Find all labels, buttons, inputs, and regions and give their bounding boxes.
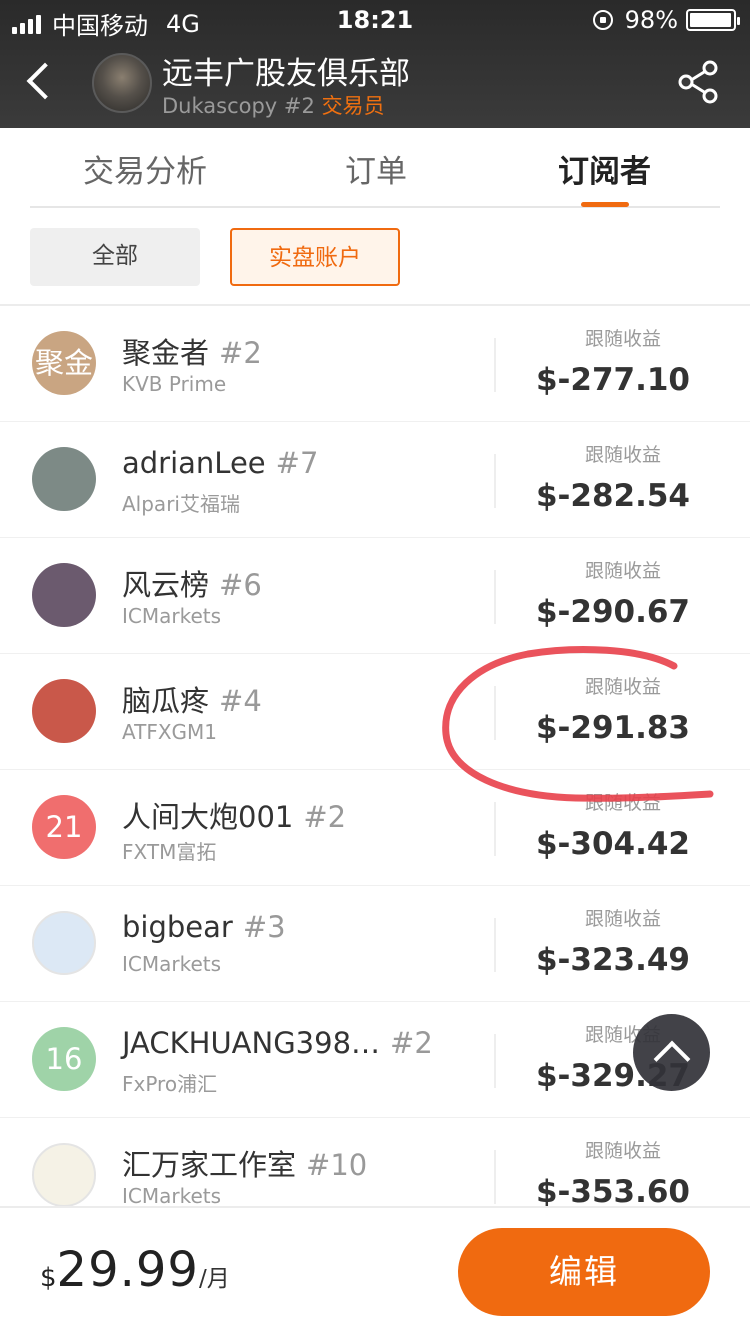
follow-gain-value: $-277.10 xyxy=(535,362,690,398)
follow-gain-value: $-290.67 xyxy=(535,594,690,630)
subscriber-name: 风云榜 xyxy=(122,568,210,602)
follow-gain-label: 跟随收益 xyxy=(584,1140,661,1162)
club-subtitle: Dukascopy #2 交易员 xyxy=(162,90,385,120)
subscriber-avatar[interactable]: 聚金 xyxy=(32,331,96,395)
subscriber-broker: FxPro浦汇 xyxy=(122,1072,218,1096)
price-unit: /月 xyxy=(198,1266,230,1292)
subscriber-name: 聚金者 xyxy=(122,336,210,370)
subscriber-avatar[interactable] xyxy=(32,911,96,975)
subscriber-avatar[interactable] xyxy=(32,563,96,627)
subscriber-rank: #4 xyxy=(219,684,262,718)
status-bar: 中国移动 4G 18:21 98% xyxy=(0,0,750,40)
subscriber-broker: KVB Prime xyxy=(122,372,227,396)
subscription-price: $29.99/月 xyxy=(40,1242,230,1298)
follow-gain-value: $-323.49 xyxy=(535,942,690,978)
subscriber-name: 汇万家工作室 xyxy=(122,1148,297,1182)
scroll-to-top-button[interactable] xyxy=(633,1014,710,1091)
footer-bar: $29.99/月 编辑 xyxy=(0,1206,750,1334)
subscriber-name-line: JACKHUANG398… #2 xyxy=(122,1026,433,1060)
follow-gain-label: 跟随收益 xyxy=(584,676,661,698)
subscriber-name-line: 脑瓜疼 #4 xyxy=(122,678,262,720)
back-button[interactable] xyxy=(18,58,62,108)
list-item[interactable]: bigbear #3 ICMarkets 跟随收益 $-323.49 xyxy=(0,886,750,1002)
subscriber-broker: FXTM富拓 xyxy=(122,840,217,864)
divider xyxy=(494,686,496,740)
broker-rank: Dukascopy #2 xyxy=(162,94,315,118)
subscriber-rank: #3 xyxy=(242,910,286,944)
subscriber-name: adrianLee xyxy=(122,446,266,480)
subscriber-broker: ATFXGM1 xyxy=(122,720,218,744)
divider xyxy=(494,1034,496,1088)
share-icon[interactable] xyxy=(674,58,722,106)
role-badge: 交易员 xyxy=(321,94,385,118)
list-item[interactable]: 脑瓜疼 #4 ATFXGM1 跟随收益 $-291.83 xyxy=(0,654,750,770)
subscriber-name-line: 聚金者 #2 xyxy=(122,330,262,372)
price-amount: 29.99 xyxy=(56,1242,199,1298)
follow-gain-label: 跟随收益 xyxy=(584,792,661,814)
divider xyxy=(494,454,496,508)
status-right: 98% xyxy=(592,6,740,34)
battery-icon xyxy=(686,9,740,31)
divider xyxy=(494,338,496,392)
rotation-lock-icon xyxy=(592,10,613,30)
list-item[interactable]: 风云榜 #6 ICMarkets 跟随收益 $-290.67 xyxy=(0,538,750,654)
follow-gain-value: $-291.83 xyxy=(535,710,690,746)
subscriber-avatar[interactable] xyxy=(32,1143,96,1206)
tab-bar: 交易分析 订单 订阅者 xyxy=(30,128,720,208)
subscriber-broker: ICMarkets xyxy=(122,952,222,976)
club-name: 远丰广股友俱乐部 xyxy=(162,56,410,92)
subscriber-rank: #2 xyxy=(303,800,347,834)
subscriber-name-line: 汇万家工作室 #10 xyxy=(122,1142,367,1184)
list-item[interactable]: 聚金 聚金者 #2 KVB Prime 跟随收益 $-277.10 xyxy=(0,306,750,422)
subscriber-name-line: 人间大炮001 #2 xyxy=(122,794,346,836)
edit-button[interactable]: 编辑 xyxy=(458,1228,710,1316)
subscriber-rank: #7 xyxy=(275,446,319,480)
follow-gain-value: $-304.42 xyxy=(535,826,690,862)
subscriber-name-line: bigbear #3 xyxy=(122,910,286,944)
subscriber-broker: Alpari艾福瑞 xyxy=(122,492,240,516)
subscriber-name: bigbear xyxy=(122,910,233,944)
divider xyxy=(494,570,496,624)
list-item[interactable]: 汇万家工作室 #10 ICMarkets 跟随收益 $-353.60 xyxy=(0,1118,750,1206)
follow-gain-value: $-353.60 xyxy=(535,1174,690,1206)
filter-live-account-button[interactable]: 实盘账户 xyxy=(230,228,400,286)
tab-orders[interactable]: 订单 xyxy=(345,146,407,191)
list-item[interactable]: 21 人间大炮001 #2 FXTM富拓 跟随收益 $-304.42 xyxy=(0,770,750,886)
subscriber-avatar[interactable]: 21 xyxy=(32,795,96,859)
app-header: 中国移动 4G 18:21 98% 远丰广股友俱乐部 Dukascopy #2 … xyxy=(0,0,750,128)
subscriber-name: 脑瓜疼 xyxy=(122,684,210,718)
subscriber-rank: #6 xyxy=(219,568,262,602)
subscriber-rank: #10 xyxy=(306,1148,368,1182)
battery-level xyxy=(690,13,732,27)
price-currency: $ xyxy=(40,1263,57,1293)
active-tab-indicator xyxy=(581,202,629,207)
subscriber-avatar[interactable]: 16 xyxy=(32,1027,96,1091)
subscriber-rank: #2 xyxy=(390,1026,433,1060)
tab-subscribers[interactable]: 订阅者 xyxy=(558,146,651,191)
subscriber-avatar[interactable] xyxy=(32,447,96,511)
divider xyxy=(494,802,496,856)
subscriber-broker: ICMarkets xyxy=(122,1184,222,1206)
list-item[interactable]: adrianLee #7 Alpari艾福瑞 跟随收益 $-282.54 xyxy=(0,422,750,538)
follow-gain-label: 跟随收益 xyxy=(584,560,661,582)
subscriber-name: JACKHUANG398… xyxy=(122,1026,381,1060)
divider xyxy=(494,1150,496,1204)
subscriber-name-line: adrianLee #7 xyxy=(122,446,318,480)
club-avatar[interactable] xyxy=(92,53,152,113)
subscriber-name: 人间大炮001 xyxy=(122,800,294,834)
follow-gain-label: 跟随收益 xyxy=(584,328,661,350)
subscriber-rank: #2 xyxy=(219,336,262,370)
filter-all-button[interactable]: 全部 xyxy=(30,228,200,286)
battery-percent: 98% xyxy=(624,6,678,34)
divider xyxy=(494,918,496,972)
follow-gain-label: 跟随收益 xyxy=(584,908,661,930)
tab-trade-analysis[interactable]: 交易分析 xyxy=(83,146,207,191)
subscriber-broker: ICMarkets xyxy=(122,604,222,628)
follow-gain-label: 跟随收益 xyxy=(584,444,661,466)
subscriber-avatar[interactable] xyxy=(32,679,96,743)
subscriber-name-line: 风云榜 #6 xyxy=(122,562,262,604)
follow-gain-value: $-282.54 xyxy=(535,478,690,514)
